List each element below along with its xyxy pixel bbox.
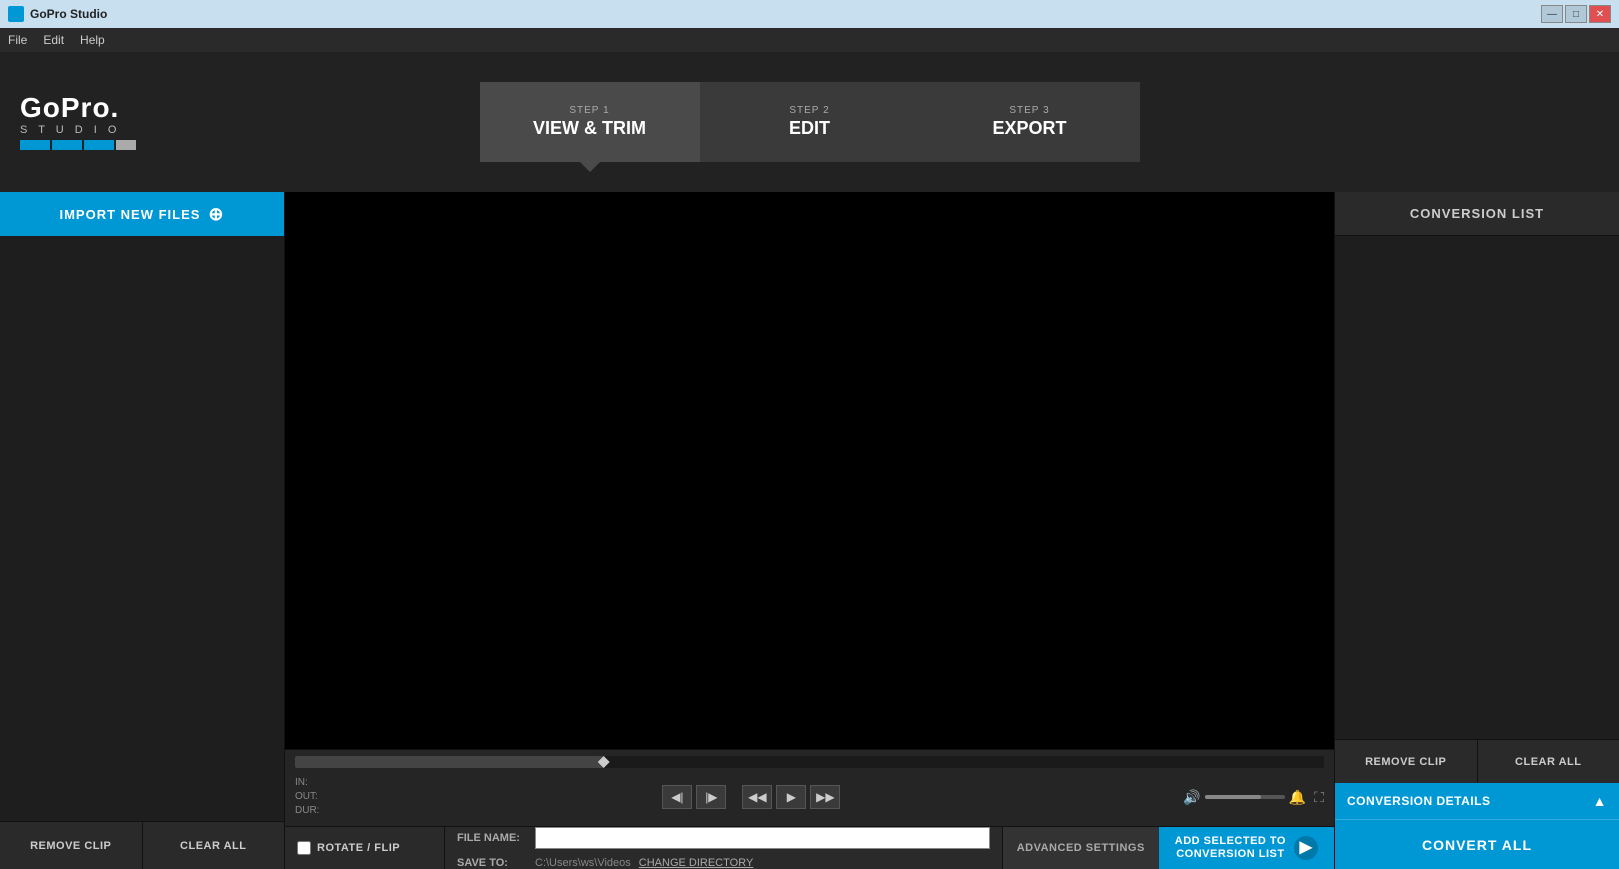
volume-area: 🔊 🔔 ⛶: [1183, 789, 1324, 806]
color-block-4: [116, 140, 136, 150]
menu-help[interactable]: Help: [80, 33, 105, 47]
main-layout: IMPORT NEW FILES ⊕ REMOVE CLIP CLEAR ALL…: [0, 192, 1619, 869]
step1-num: STEP 1: [569, 105, 609, 116]
transport-row: IN: OUT: DUR: ◀| |▶ ◀◀ ▶ ▶▶ 🔊: [295, 772, 1324, 822]
volume-fill: [1205, 795, 1261, 799]
step1-label: VIEW & TRIM: [533, 118, 646, 139]
rotate-flip-label: ROTATE / FLIP: [317, 842, 400, 854]
scrubber-track[interactable]: [295, 756, 1324, 768]
rotate-flip-checkbox[interactable]: [297, 841, 311, 855]
color-block-1: [20, 140, 50, 150]
bottom-controls: ROTATE / FLIP FILE NAME: SAVE TO: C:\Use…: [285, 826, 1334, 869]
prev-frame-button[interactable]: ◀|: [662, 785, 692, 809]
fast-forward-button[interactable]: ▶▶: [810, 785, 840, 809]
close-button[interactable]: ✕: [1589, 5, 1611, 23]
fullscreen-button[interactable]: ⛶: [1314, 789, 1324, 806]
conversion-list-title: CONVERSION LIST: [1410, 206, 1544, 221]
import-new-files-button[interactable]: IMPORT NEW FILES ⊕: [0, 192, 284, 236]
right-remove-clip-button[interactable]: REMOVE CLIP: [1335, 740, 1478, 783]
conversion-details-header: CONVERSION DETAILS ▲: [1335, 783, 1619, 819]
rewind-button[interactable]: ◀◀: [742, 785, 772, 809]
menu-file[interactable]: File: [8, 33, 27, 47]
step2-num: STEP 2: [789, 105, 829, 116]
title-bar-left: GoPro Studio: [8, 6, 107, 22]
change-directory-button[interactable]: CHANGE DIRECTORY: [639, 857, 754, 869]
left-clear-all-button[interactable]: CLEAR ALL: [143, 822, 285, 869]
app-header: GoPro. S T U D I O STEP 1 VIEW & TRIM ST…: [0, 52, 1619, 192]
advanced-settings-button[interactable]: ADVANCED SETTINGS: [1002, 827, 1159, 869]
step2-label: EDIT: [789, 118, 830, 139]
app-icon: [8, 6, 24, 22]
left-bottom-buttons: REMOVE CLIP CLEAR ALL: [0, 821, 284, 869]
right-panel: CONVERSION LIST REMOVE CLIP CLEAR ALL CO…: [1334, 192, 1619, 869]
rotate-flip-section: ROTATE / FLIP: [285, 827, 445, 869]
center-panel: IN: OUT: DUR: ◀| |▶ ◀◀ ▶ ▶▶ 🔊: [285, 192, 1334, 869]
convert-all-button[interactable]: CONVERT ALL: [1335, 819, 1619, 869]
import-label: IMPORT NEW FILES: [59, 207, 200, 222]
transport-buttons: ◀| |▶ ◀◀ ▶ ▶▶: [662, 785, 840, 809]
app-title: GoPro Studio: [30, 7, 107, 21]
minimize-button[interactable]: —: [1541, 5, 1563, 23]
filename-section: FILE NAME: SAVE TO: C:\Users\ws\Videos C…: [445, 827, 1002, 869]
details-chevron-icon[interactable]: ▲: [1593, 793, 1607, 809]
time-in: IN:: [295, 776, 319, 790]
play-button[interactable]: ▶: [776, 785, 806, 809]
save-to-path: C:\Users\ws\Videos: [535, 857, 631, 869]
video-area: [285, 192, 1334, 749]
studio-text: S T U D I O: [20, 124, 136, 136]
tab-export[interactable]: STEP 3 EXPORT: [920, 82, 1140, 162]
gopro-logo: GoPro. S T U D I O: [20, 94, 136, 150]
left-panel: IMPORT NEW FILES ⊕ REMOVE CLIP CLEAR ALL: [0, 192, 285, 869]
add-to-conversion-list-button[interactable]: ADD SELECTED TOCONVERSION LIST ▶: [1159, 827, 1334, 869]
step3-label: EXPORT: [992, 118, 1066, 139]
save-to-label: SAVE TO:: [457, 857, 527, 869]
title-bar: GoPro Studio — □ ✕: [0, 0, 1619, 28]
right-clear-all-button[interactable]: CLEAR ALL: [1478, 740, 1619, 783]
maximize-button[interactable]: □: [1565, 5, 1587, 23]
add-to-list-label: ADD SELECTED TOCONVERSION LIST: [1175, 835, 1286, 861]
tab-view-trim[interactable]: STEP 1 VIEW & TRIM: [480, 82, 700, 162]
scrubber-area: IN: OUT: DUR: ◀| |▶ ◀◀ ▶ ▶▶ 🔊: [285, 749, 1334, 826]
time-dur: DUR:: [295, 804, 319, 818]
saveto-row: SAVE TO: C:\Users\ws\Videos CHANGE DIREC…: [457, 857, 990, 869]
menu-edit[interactable]: Edit: [43, 33, 64, 47]
color-block-3: [84, 140, 114, 150]
menu-bar: File Edit Help: [0, 28, 1619, 52]
step3-num: STEP 3: [1009, 105, 1049, 116]
file-name-input[interactable]: [535, 827, 990, 849]
add-arrow-icon: ▶: [1294, 836, 1318, 860]
conversion-right-buttons: REMOVE CLIP CLEAR ALL: [1335, 739, 1619, 783]
import-plus-icon: ⊕: [208, 204, 224, 225]
conversion-details-title: CONVERSION DETAILS: [1347, 794, 1490, 808]
step-tabs: STEP 1 VIEW & TRIM STEP 2 EDIT STEP 3 EX…: [480, 82, 1140, 162]
gopro-wordmark: GoPro.: [20, 94, 136, 122]
volume-icon[interactable]: 🔊: [1183, 789, 1200, 806]
time-out: OUT:: [295, 790, 319, 804]
left-remove-clip-button[interactable]: REMOVE CLIP: [0, 822, 143, 869]
file-list: [0, 236, 284, 821]
time-info: IN: OUT: DUR:: [295, 776, 319, 818]
tab-edit[interactable]: STEP 2 EDIT: [700, 82, 920, 162]
color-blocks: [20, 140, 136, 150]
conversion-list-area: [1335, 236, 1619, 739]
next-frame-button[interactable]: |▶: [696, 785, 726, 809]
file-name-label: FILE NAME:: [457, 832, 527, 844]
title-bar-controls: — □ ✕: [1541, 5, 1611, 23]
conversion-list-header: CONVERSION LIST: [1335, 192, 1619, 236]
volume-slider[interactable]: [1205, 795, 1285, 799]
filename-row: FILE NAME:: [457, 827, 990, 849]
scrubber-filled: [295, 756, 604, 768]
color-block-2: [52, 140, 82, 150]
volume-max-icon: 🔔: [1289, 789, 1306, 806]
